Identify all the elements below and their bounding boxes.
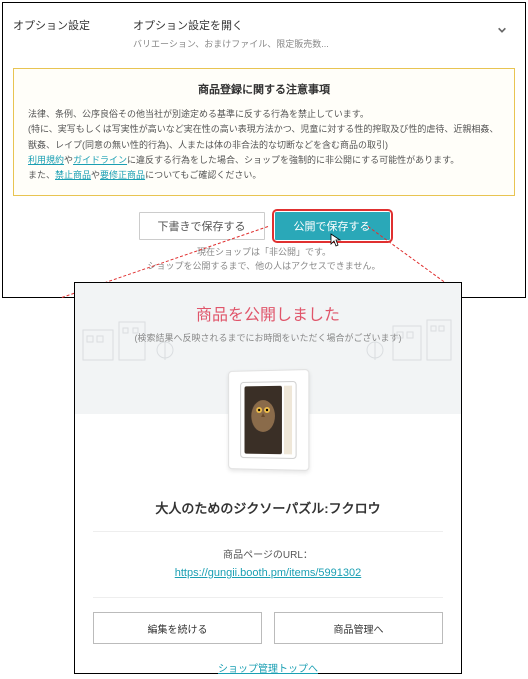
product-url-link[interactable]: https://gungii.booth.pm/items/5991302 [75, 567, 461, 579]
prohibited-link[interactable]: 禁止商品 [55, 170, 91, 180]
continue-edit-button[interactable]: 編集を続ける [93, 612, 262, 644]
publish-button[interactable]: 公開で保存する [275, 212, 390, 240]
notice-title: 商品登録に関する注意事項 [28, 81, 500, 97]
shop-status-note: 現在ショップは「非公開」です。 ショップを公開するまで、他の人はアクセスできませ… [13, 246, 515, 273]
option-body: オプション設定を開く バリエーション、おまけファイル、限定販売数... [133, 17, 515, 50]
notice-box: 商品登録に関する注意事項 法律、条例、公序良俗その他当社が別途定める基準に反する… [13, 68, 515, 196]
notice-line-1: 法律、条例、公序良俗その他当社が別途定める基準に反する行為を禁止しています。 [28, 107, 500, 122]
notice-line-2: (特に、実写もしくは写実性が高いなど実在性の高い表現方法かつ、児童に対する性的搾… [28, 122, 500, 153]
shop-top-link[interactable]: ショップ管理トップへ [75, 660, 461, 675]
product-thumbnail [228, 369, 309, 471]
correction-link[interactable]: 要修正商品 [100, 170, 145, 180]
modal-header: 商品を公開しました (検索結果へ反映されるまでにお時間をいただく場合がございます… [75, 283, 461, 362]
product-name: 大人のためのジクソーパズル:フクロウ [75, 492, 461, 531]
publish-success-modal: 商品を公開しました (検索結果へ反映されるまでにお時間をいただく場合がございます… [74, 282, 462, 674]
chevron-down-icon[interactable] [497, 25, 507, 35]
goto-manage-button[interactable]: 商品管理へ [274, 612, 443, 644]
cursor-icon [330, 233, 342, 247]
save-draft-button[interactable]: 下書きで保存する [139, 212, 265, 240]
product-image-area [75, 362, 461, 492]
url-label: 商品ページのURL： [75, 546, 461, 561]
option-open-link[interactable]: オプション設定を開く [133, 17, 515, 33]
notice-line-3: 利用規約やガイドラインに違反する行為をした場合、ショップを強制的に非公開にする可… [28, 153, 500, 168]
modal-button-row: 編集を続ける 商品管理へ [75, 612, 461, 644]
option-label: オプション設定 [13, 17, 133, 33]
buildings-illustration [75, 302, 461, 362]
terms-link[interactable]: 利用規約 [28, 155, 64, 165]
guideline-link[interactable]: ガイドライン [73, 155, 127, 165]
publish-button-label: 公開で保存する [294, 218, 371, 234]
settings-panel: オプション設定 オプション設定を開く バリエーション、おまけファイル、限定販売数… [2, 2, 526, 298]
option-subtext: バリエーション、おまけファイル、限定販売数... [133, 37, 515, 50]
notice-line-4: また、禁止商品や要修正商品についてもご確認ください。 [28, 168, 500, 183]
option-row[interactable]: オプション設定 オプション設定を開く バリエーション、おまけファイル、限定販売数… [13, 11, 515, 64]
divider [93, 531, 443, 532]
